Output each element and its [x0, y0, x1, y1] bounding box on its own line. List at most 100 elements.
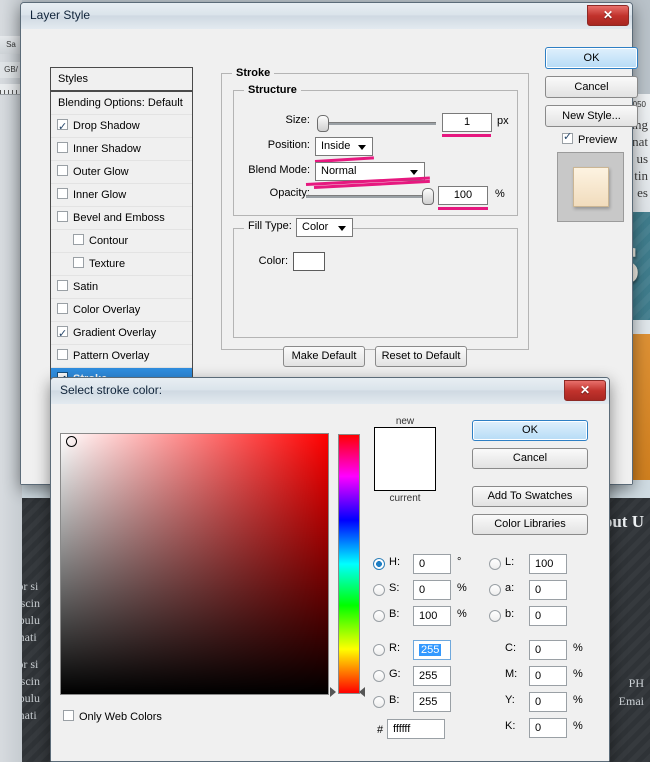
color-picker-cancel-button[interactable]: Cancel — [472, 448, 588, 469]
chevron-down-icon — [358, 145, 366, 150]
style-checkbox[interactable] — [57, 349, 68, 360]
footer-phone: PH — [629, 676, 644, 691]
preview-checkbox-row[interactable]: Preview — [562, 133, 617, 146]
color-field-input[interactable]: 100 — [529, 554, 567, 574]
color-mode-radio[interactable] — [489, 558, 501, 570]
layer-style-titlebar[interactable]: Layer Style ✕ — [21, 3, 632, 30]
style-row-outer-glow[interactable]: Outer Glow — [51, 161, 192, 184]
style-row-label: Drop Shadow — [73, 120, 140, 132]
reset-to-default-button[interactable]: Reset to Default — [375, 346, 467, 367]
color-mode-radio[interactable] — [373, 644, 385, 656]
color-field-input[interactable]: 0 — [413, 580, 451, 600]
color-libraries-button[interactable]: Color Libraries — [472, 514, 588, 535]
style-checkbox[interactable] — [57, 326, 68, 337]
color-field-input[interactable]: 0 — [529, 666, 567, 686]
style-row-blending-options-default[interactable]: Blending Options: Default — [51, 92, 192, 115]
position-select-value: Inside — [321, 140, 350, 152]
style-row-inner-glow[interactable]: Inner Glow — [51, 184, 192, 207]
hue-marker-left-icon — [330, 687, 336, 697]
color-field-key: G: — [389, 668, 407, 680]
style-checkbox[interactable] — [73, 234, 84, 245]
style-row-pattern-overlay[interactable]: Pattern Overlay — [51, 345, 192, 368]
photoshop-ruler — [0, 84, 22, 95]
color-field-input[interactable]: 0 — [413, 554, 451, 574]
style-row-drop-shadow[interactable]: Drop Shadow — [51, 115, 192, 138]
color-picker-titlebar[interactable]: Select stroke color: ✕ — [51, 378, 609, 405]
style-row-label: Bevel and Emboss — [73, 212, 165, 224]
color-field-unit: % — [573, 720, 583, 732]
fill-type-select[interactable]: Color — [296, 218, 353, 237]
preview-checkbox[interactable] — [562, 133, 573, 144]
fill-type-label: Fill Type: — [244, 220, 296, 232]
style-checkbox[interactable] — [57, 142, 68, 153]
size-label: Size: — [234, 114, 310, 126]
style-checkbox[interactable] — [57, 165, 68, 176]
ok-button[interactable]: OK — [545, 47, 638, 69]
color-mode-radio[interactable] — [373, 696, 385, 708]
color-mode-radio[interactable] — [373, 670, 385, 682]
size-slider-track[interactable] — [324, 122, 436, 125]
color-field-input[interactable]: 255 — [413, 666, 451, 686]
color-mode-radio[interactable] — [489, 610, 501, 622]
style-checkbox[interactable] — [57, 280, 68, 291]
make-default-button[interactable]: Make Default — [283, 346, 365, 367]
style-row-contour[interactable]: Contour — [51, 230, 192, 253]
style-checkbox[interactable] — [57, 119, 68, 130]
style-row-label: Gradient Overlay — [73, 327, 156, 339]
style-checkbox[interactable] — [57, 188, 68, 199]
opacity-slider-knob[interactable] — [422, 188, 434, 205]
stroke-group-label: Stroke — [232, 67, 274, 79]
size-annotation-highlight — [442, 134, 491, 137]
size-input[interactable]: 1 — [442, 113, 492, 132]
color-mode-radio[interactable] — [489, 584, 501, 596]
color-field-input[interactable]: 100 — [413, 606, 451, 626]
cancel-button[interactable]: Cancel — [545, 76, 638, 98]
close-icon[interactable]: ✕ — [564, 380, 606, 401]
style-row-color-overlay[interactable]: Color Overlay — [51, 299, 192, 322]
color-field-input[interactable]: 0 — [529, 606, 567, 626]
hex-input[interactable]: ffffff — [387, 719, 445, 739]
color-field-input[interactable]: 255 — [413, 692, 451, 712]
style-checkbox[interactable] — [73, 257, 84, 268]
size-slider-knob[interactable] — [317, 115, 329, 132]
style-row-label: Satin — [73, 281, 98, 293]
add-to-swatches-button[interactable]: Add To Swatches — [472, 486, 588, 507]
saturation-brightness-field[interactable] — [60, 433, 329, 695]
line: es — [631, 184, 648, 201]
color-field-input[interactable]: 255 — [413, 640, 451, 660]
style-row-texture[interactable]: Texture — [51, 253, 192, 276]
style-row-bevel-and-emboss[interactable]: Bevel and Emboss — [51, 207, 192, 230]
color-mode-radio[interactable] — [373, 584, 385, 596]
opacity-slider-track[interactable] — [306, 195, 428, 198]
photoshop-document-tab[interactable]: Sa — [0, 36, 22, 54]
new-style-button[interactable]: New Style... — [545, 105, 638, 127]
hue-slider[interactable] — [338, 434, 360, 694]
opacity-input[interactable]: 100 — [438, 186, 488, 205]
only-web-colors-label: Only Web Colors — [79, 711, 162, 723]
color-field-input[interactable]: 0 — [529, 692, 567, 712]
close-icon[interactable]: ✕ — [587, 5, 629, 26]
color-field-input[interactable]: 0 — [529, 718, 567, 738]
position-select[interactable]: Inside — [315, 137, 373, 156]
style-row-satin[interactable]: Satin — [51, 276, 192, 299]
line: us — [631, 150, 648, 167]
style-checkbox[interactable] — [57, 303, 68, 314]
current-color-label: current — [374, 493, 436, 504]
color-field-input[interactable]: 0 — [529, 580, 567, 600]
fill-type-select-value: Color — [302, 221, 328, 233]
style-checkbox[interactable] — [57, 211, 68, 222]
color-picker-ok-button[interactable]: OK — [472, 420, 588, 441]
style-row-inner-shadow[interactable]: Inner Shadow — [51, 138, 192, 161]
new-color-swatch[interactable] — [374, 427, 436, 491]
only-web-colors-checkbox[interactable] — [63, 710, 74, 721]
hex-symbol-label: # — [377, 724, 383, 736]
style-row-gradient-overlay[interactable]: Gradient Overlay — [51, 322, 192, 345]
color-field-input[interactable]: 0 — [529, 640, 567, 660]
only-web-colors-row[interactable]: Only Web Colors — [63, 710, 162, 723]
styles-list-panel: Styles Blending Options: DefaultDrop Sha… — [50, 67, 193, 384]
color-mode-radio[interactable] — [373, 610, 385, 622]
stroke-color-swatch-button[interactable] — [293, 252, 325, 271]
new-color-label: new — [374, 416, 436, 427]
blend-mode-label: Blend Mode: — [234, 164, 310, 176]
color-mode-radio[interactable] — [373, 558, 385, 570]
